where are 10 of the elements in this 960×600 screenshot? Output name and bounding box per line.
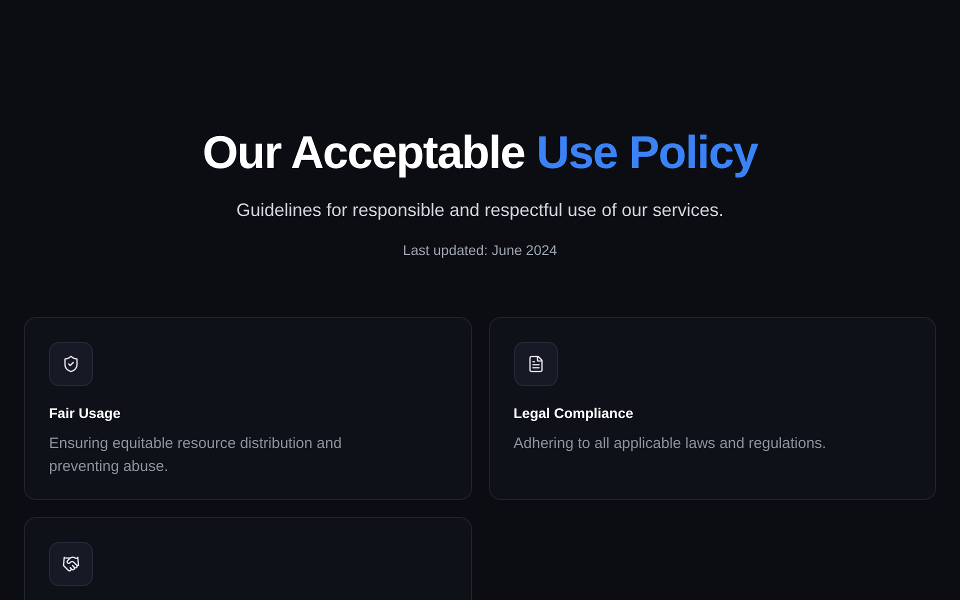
last-updated: Last updated: June 2024 (402, 241, 558, 260)
handshake-icon (62, 555, 80, 573)
document-icon (526, 355, 544, 373)
page-subtitle: Guidelines for responsible and respectful use of our services. (236, 199, 724, 222)
card-title: Fair Usage (49, 404, 122, 423)
shield-check-icon (62, 355, 80, 373)
card-description: Ensuring equitable resource distribution and preventing abuse. (49, 434, 343, 477)
card-title: Legal Compliance (514, 404, 634, 423)
card-description: Adhering to all applicable laws and regulations. (514, 434, 828, 454)
page-title: Our Acceptable Use Policy (202, 125, 758, 180)
